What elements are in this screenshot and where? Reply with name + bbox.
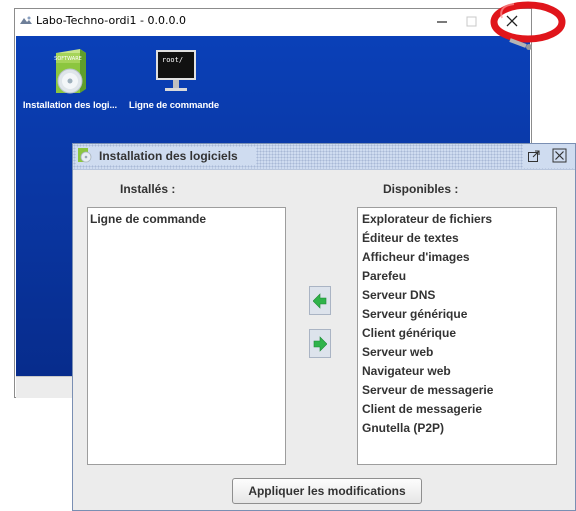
apply-changes-button[interactable]: Appliquer les modifications bbox=[232, 478, 422, 504]
move-to-installed-button[interactable] bbox=[309, 329, 331, 358]
maximize-icon[interactable] bbox=[465, 13, 479, 29]
move-to-available-button[interactable] bbox=[309, 286, 331, 315]
dialog-close-icon[interactable] bbox=[552, 148, 567, 163]
list-item[interactable]: Afficheur d'images bbox=[358, 248, 556, 267]
available-header: Disponibles : bbox=[383, 182, 459, 196]
app-icon bbox=[20, 16, 32, 24]
window-titlebar[interactable]: Labo-Techno-ordi1 - 0.0.0.0 bbox=[15, 9, 531, 35]
software-box-text: SOFTWARE bbox=[54, 56, 82, 62]
list-item[interactable]: Gnutella (P2P) bbox=[358, 419, 556, 438]
desktop-icon-command-line[interactable]: root/ Ligne de commande bbox=[124, 45, 224, 111]
list-item[interactable]: Serveur de messagerie bbox=[358, 381, 556, 400]
available-software-list[interactable]: Explorateur de fichiers Éditeur de texte… bbox=[357, 207, 557, 465]
annotation-highlight-ring bbox=[490, 1, 566, 50]
window-title: Labo-Techno-ordi1 - 0.0.0.0 bbox=[36, 14, 187, 27]
list-item[interactable]: Serveur DNS bbox=[358, 286, 556, 305]
dialog-title: Installation des logiciels bbox=[99, 149, 238, 163]
dialog-titlebar[interactable]: Installation des logiciels bbox=[73, 144, 575, 170]
software-install-dialog: Installation des logiciels Installés : D… bbox=[72, 143, 576, 511]
terminal-icon: root/ bbox=[156, 50, 196, 91]
list-item[interactable]: Client de messagerie bbox=[358, 400, 556, 419]
desktop-icon-label: Ligne de commande bbox=[128, 100, 220, 111]
installed-software-list[interactable]: Ligne de commande bbox=[87, 207, 286, 465]
arrow-right-icon bbox=[313, 336, 327, 352]
desktop-icon-software-install[interactable]: SOFTWARE Installation des logi... bbox=[16, 45, 124, 111]
restore-icon[interactable] bbox=[527, 149, 541, 163]
arrow-left-icon bbox=[313, 293, 327, 309]
list-item[interactable]: Client générique bbox=[358, 324, 556, 343]
terminal-screen-text: root/ bbox=[162, 56, 183, 64]
installed-header: Installés : bbox=[120, 182, 176, 196]
desktop-icon-label: Installation des logi... bbox=[22, 100, 118, 111]
list-item[interactable]: Serveur web bbox=[358, 343, 556, 362]
list-item[interactable]: Explorateur de fichiers bbox=[358, 210, 556, 229]
minimize-icon[interactable] bbox=[432, 11, 452, 31]
list-item[interactable]: Ligne de commande bbox=[88, 210, 285, 229]
software-installer-icon bbox=[78, 148, 92, 163]
list-item[interactable]: Navigateur web bbox=[358, 362, 556, 381]
software-box-icon: SOFTWARE bbox=[54, 49, 86, 94]
list-item[interactable]: Parefeu bbox=[358, 267, 556, 286]
list-item[interactable]: Serveur générique bbox=[358, 305, 556, 324]
list-item[interactable]: Éditeur de textes bbox=[358, 229, 556, 248]
